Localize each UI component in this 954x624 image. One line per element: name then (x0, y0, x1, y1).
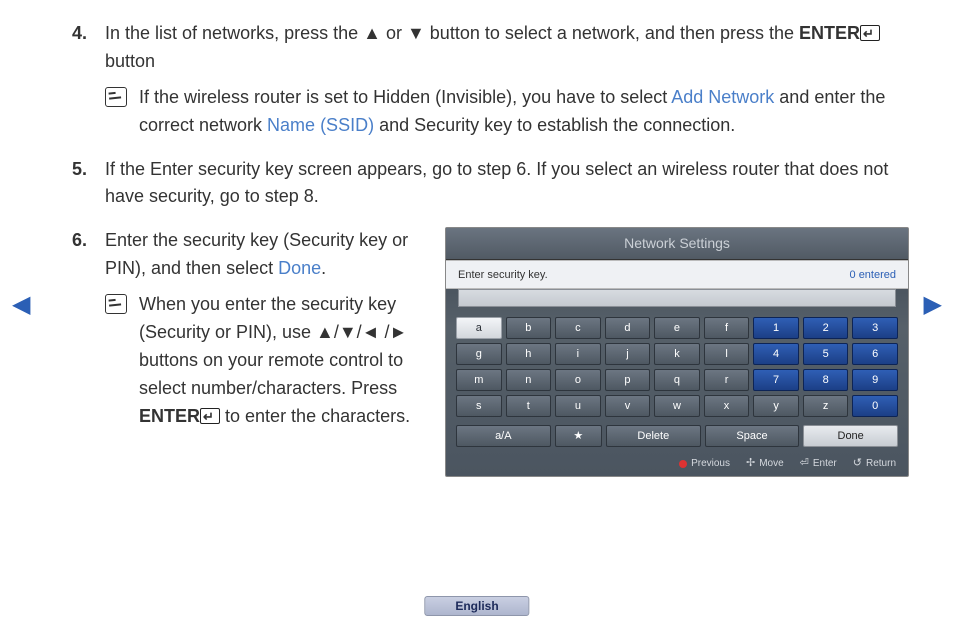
name-ssid-link: Name (SSID) (267, 115, 374, 135)
step6-text: Enter the security key (Security key or … (105, 230, 408, 278)
keyboard-entered-count: 0 entered (850, 267, 896, 284)
key-g[interactable]: g (456, 343, 502, 365)
up-arrow-icon: ▲ (363, 23, 381, 43)
key-k[interactable]: k (654, 343, 700, 365)
key-o[interactable]: o (555, 369, 601, 391)
hint-enter: ⏎Enter (800, 455, 837, 472)
move-icon: ✢ (746, 455, 755, 472)
key-5[interactable]: 5 (803, 343, 849, 365)
key-e[interactable]: e (654, 317, 700, 339)
key-t[interactable]: t (506, 395, 552, 417)
key-c[interactable]: c (555, 317, 601, 339)
key-space[interactable]: Space (705, 425, 800, 447)
language-badge: English (424, 596, 529, 616)
key-v[interactable]: v (605, 395, 651, 417)
red-dot-icon (679, 460, 687, 468)
keyboard-title: Network Settings (446, 228, 908, 260)
key-d[interactable]: d (605, 317, 651, 339)
key-f[interactable]: f (704, 317, 750, 339)
key-star[interactable]: ★ (555, 425, 602, 447)
key-3[interactable]: 3 (852, 317, 898, 339)
step-number-5: 5. (45, 156, 105, 212)
key-p[interactable]: p (605, 369, 651, 391)
key-6[interactable]: 6 (852, 343, 898, 365)
key-delete[interactable]: Delete (606, 425, 701, 447)
keyboard-prompt: Enter security key. (458, 267, 548, 284)
note-icon (105, 87, 127, 107)
key-7[interactable]: 7 (753, 369, 799, 391)
hint-move: ✢Move (746, 455, 784, 472)
key-w[interactable]: w (654, 395, 700, 417)
step-number-6: 6. (45, 227, 105, 477)
key-done[interactable]: Done (803, 425, 898, 447)
key-y[interactable]: y (753, 395, 799, 417)
key-8[interactable]: 8 (803, 369, 849, 391)
key-n[interactable]: n (506, 369, 552, 391)
step4-note: If the wireless router is set to Hidden … (139, 84, 909, 140)
key-h[interactable]: h (506, 343, 552, 365)
prev-page-arrow[interactable]: ◀ (12, 290, 30, 319)
enter-icon (860, 25, 880, 41)
key-x[interactable]: x (704, 395, 750, 417)
hint-return: ↺Return (853, 455, 896, 472)
return-icon: ↺ (853, 455, 862, 472)
key-1[interactable]: 1 (753, 317, 799, 339)
key-j[interactable]: j (605, 343, 651, 365)
add-network-link: Add Network (671, 87, 774, 107)
key-9[interactable]: 9 (852, 369, 898, 391)
key-z[interactable]: z (803, 395, 849, 417)
network-settings-keyboard: Network Settings Enter security key. 0 e… (445, 227, 909, 477)
key-0[interactable]: 0 (852, 395, 898, 417)
key-b[interactable]: b (506, 317, 552, 339)
key-i[interactable]: i (555, 343, 601, 365)
note-icon (105, 294, 127, 314)
hint-previous: Previous (679, 456, 730, 472)
step5-text: If the Enter security key screen appears… (105, 156, 909, 212)
key-2[interactable]: 2 (803, 317, 849, 339)
key-m[interactable]: m (456, 369, 502, 391)
step-number-4: 4. (45, 20, 105, 140)
key-s[interactable]: s (456, 395, 502, 417)
security-key-field[interactable] (458, 289, 896, 307)
step4-text: In the list of networks, press the ▲ or … (105, 23, 880, 71)
done-link: Done (278, 258, 321, 278)
enter-icon (200, 408, 220, 424)
key-q[interactable]: q (654, 369, 700, 391)
next-page-arrow[interactable]: ▶ (924, 290, 942, 319)
key-case-toggle[interactable]: a/A (456, 425, 551, 447)
key-r[interactable]: r (704, 369, 750, 391)
step6-note: When you enter the security key (Securit… (139, 291, 425, 430)
key-a[interactable]: a (456, 317, 502, 339)
key-4[interactable]: 4 (753, 343, 799, 365)
key-u[interactable]: u (555, 395, 601, 417)
key-l[interactable]: l (704, 343, 750, 365)
enter-hint-icon: ⏎ (800, 455, 809, 472)
down-arrow-icon: ▼ (407, 23, 425, 43)
